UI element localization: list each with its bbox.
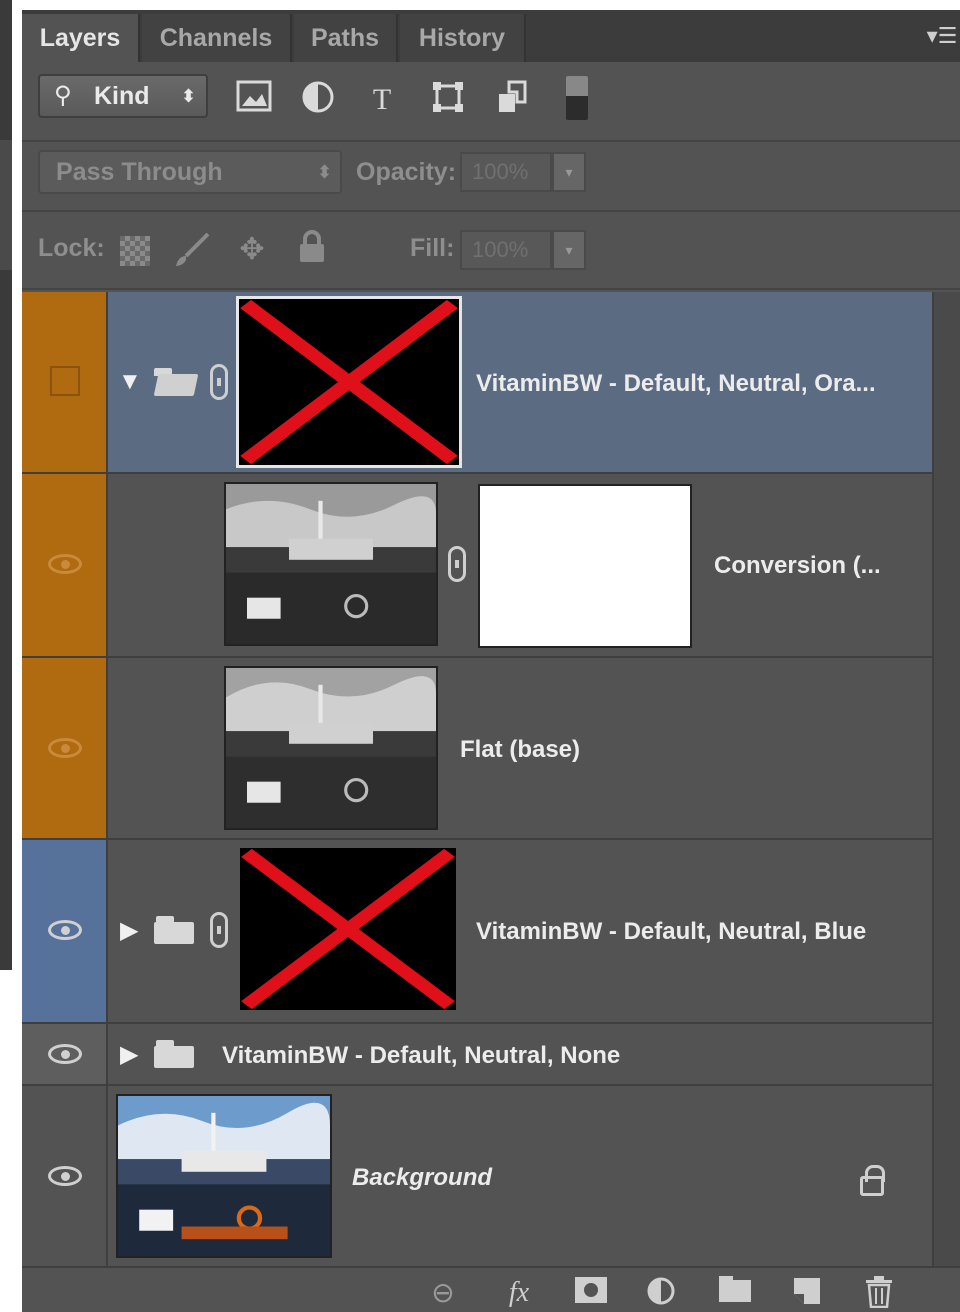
tab-history[interactable]: History — [400, 14, 526, 62]
layer-row-vitaminbw-blue[interactable]: ▶ VitaminBW - Default, Neutral, Blue — [22, 840, 932, 1024]
filter-row: ⚲ Kind ⬍ T — [22, 62, 960, 142]
type-filter-icon[interactable]: T — [362, 80, 402, 120]
layers-panel: Layers Channels Paths History ▾☰ ⚲ Kind … — [22, 10, 960, 1312]
filter-kind-select[interactable]: ⚲ Kind ⬍ — [38, 74, 208, 118]
tab-channels[interactable]: Channels — [142, 14, 292, 62]
filter-kind-label: Kind — [94, 82, 150, 110]
new-adjustment-icon[interactable] — [642, 1276, 680, 1310]
tab-paths[interactable]: Paths — [294, 14, 398, 62]
link-chain-icon[interactable] — [210, 364, 228, 400]
eye-icon[interactable] — [48, 920, 82, 940]
panel-footer: ⊖ fx — [22, 1266, 960, 1312]
visibility-cell[interactable] — [22, 1024, 108, 1084]
layer-name: Flat (base) — [460, 736, 581, 763]
opacity-dropdown-icon[interactable]: ▾ — [552, 152, 586, 192]
panel-tab-bar: Layers Channels Paths History ▾☰ — [22, 10, 960, 62]
layer-row-vitaminbw-none[interactable]: ▶ VitaminBW - Default, Neutral, None — [22, 1024, 932, 1086]
blend-mode-value: Pass Through — [56, 158, 223, 186]
select-arrows-icon: ⬍ — [316, 162, 332, 182]
visibility-cell[interactable] — [22, 840, 108, 1022]
eye-icon[interactable] — [48, 554, 82, 574]
lock-position-move-icon[interactable]: ✥ — [232, 230, 272, 270]
opacity-input[interactable]: 100% — [460, 152, 552, 192]
layer-row-background[interactable]: Background — [22, 1086, 932, 1270]
select-arrows-icon: ⬍ — [180, 86, 196, 106]
image-filter-icon[interactable] — [234, 80, 274, 120]
link-chain-icon[interactable] — [448, 546, 466, 582]
layer-mask-thumbnail[interactable] — [236, 296, 462, 468]
new-group-icon[interactable] — [716, 1276, 754, 1310]
lock-row: Lock: ✥ Fill: 100% ▾ — [22, 212, 960, 290]
add-mask-icon[interactable] — [572, 1276, 610, 1310]
mask-thumbnail[interactable] — [478, 484, 692, 648]
filter-toggle-switch[interactable] — [566, 76, 588, 120]
search-icon: ⚲ — [54, 82, 72, 109]
smart-object-filter-icon[interactable] — [492, 80, 532, 120]
link-layers-icon[interactable]: ⊖ — [424, 1276, 462, 1310]
visibility-cell[interactable] — [22, 658, 108, 838]
fx-icon[interactable]: fx — [500, 1276, 538, 1310]
color-photo-thumbnail[interactable] — [116, 1094, 332, 1258]
eye-icon[interactable] — [48, 1166, 82, 1186]
link-chain-icon[interactable] — [210, 912, 228, 948]
adjustment-filter-icon[interactable] — [298, 80, 338, 120]
visibility-cell[interactable] — [22, 1086, 108, 1270]
lock-pixels-brush-icon[interactable] — [172, 230, 212, 270]
delete-icon[interactable] — [860, 1276, 898, 1310]
panel-menu-icon[interactable]: ▾☰ — [924, 22, 960, 50]
blend-row: Pass Through ⬍ Opacity: 100% ▾ — [22, 142, 960, 212]
lock-all-icon[interactable] — [292, 230, 332, 270]
opacity-label: Opacity: — [356, 158, 457, 186]
layer-row-conversion[interactable]: Conversion (... — [22, 474, 932, 658]
eye-icon[interactable] — [48, 738, 82, 758]
expand-triangle-icon[interactable]: ▶ — [120, 916, 138, 945]
blend-mode-select[interactable]: Pass Through ⬍ — [38, 150, 342, 194]
bw-photo-thumbnail[interactable] — [224, 482, 438, 646]
background-window — [0, 0, 22, 1312]
lock-label: Lock: — [38, 234, 105, 262]
fill-label: Fill: — [410, 234, 455, 262]
shape-filter-icon[interactable] — [428, 80, 468, 120]
layer-mask-thumbnail[interactable] — [240, 848, 456, 1010]
layer-name: VitaminBW - Default, Neutral, Blue — [476, 918, 867, 945]
layer-row-flat-base[interactable]: Flat (base) — [22, 658, 932, 840]
fill-input[interactable]: 100% — [460, 230, 552, 270]
layer-row-vitaminbw-orange[interactable]: ▼ VitaminBW - Default, Neutral, Ora... — [22, 292, 932, 474]
bw-photo-thumbnail[interactable] — [224, 666, 438, 830]
background-canvas-edge — [0, 140, 12, 270]
folder-icon — [154, 916, 198, 944]
folder-icon — [154, 1040, 198, 1068]
tab-layers[interactable]: Layers — [22, 14, 140, 62]
layers-scrollbar[interactable] — [932, 292, 960, 1270]
layer-name: Conversion (... — [714, 552, 881, 579]
visibility-hidden-box[interactable] — [50, 366, 80, 396]
visibility-cell[interactable] — [22, 474, 108, 656]
layer-name: VitaminBW - Default, Neutral, Ora... — [476, 370, 876, 397]
eye-icon[interactable] — [48, 1044, 82, 1064]
collapse-triangle-icon[interactable]: ▼ — [118, 368, 142, 396]
layer-name: Background — [352, 1164, 493, 1191]
new-layer-icon[interactable] — [788, 1276, 826, 1310]
expand-triangle-icon[interactable]: ▶ — [120, 1040, 138, 1069]
folder-open-icon — [152, 368, 199, 396]
fill-dropdown-icon[interactable]: ▾ — [552, 230, 586, 270]
layer-name: VitaminBW - Default, Neutral, None — [222, 1042, 621, 1069]
lock-transparency-icon[interactable] — [120, 236, 150, 266]
layer-locked-icon — [860, 1165, 885, 1196]
visibility-cell[interactable] — [22, 292, 108, 472]
